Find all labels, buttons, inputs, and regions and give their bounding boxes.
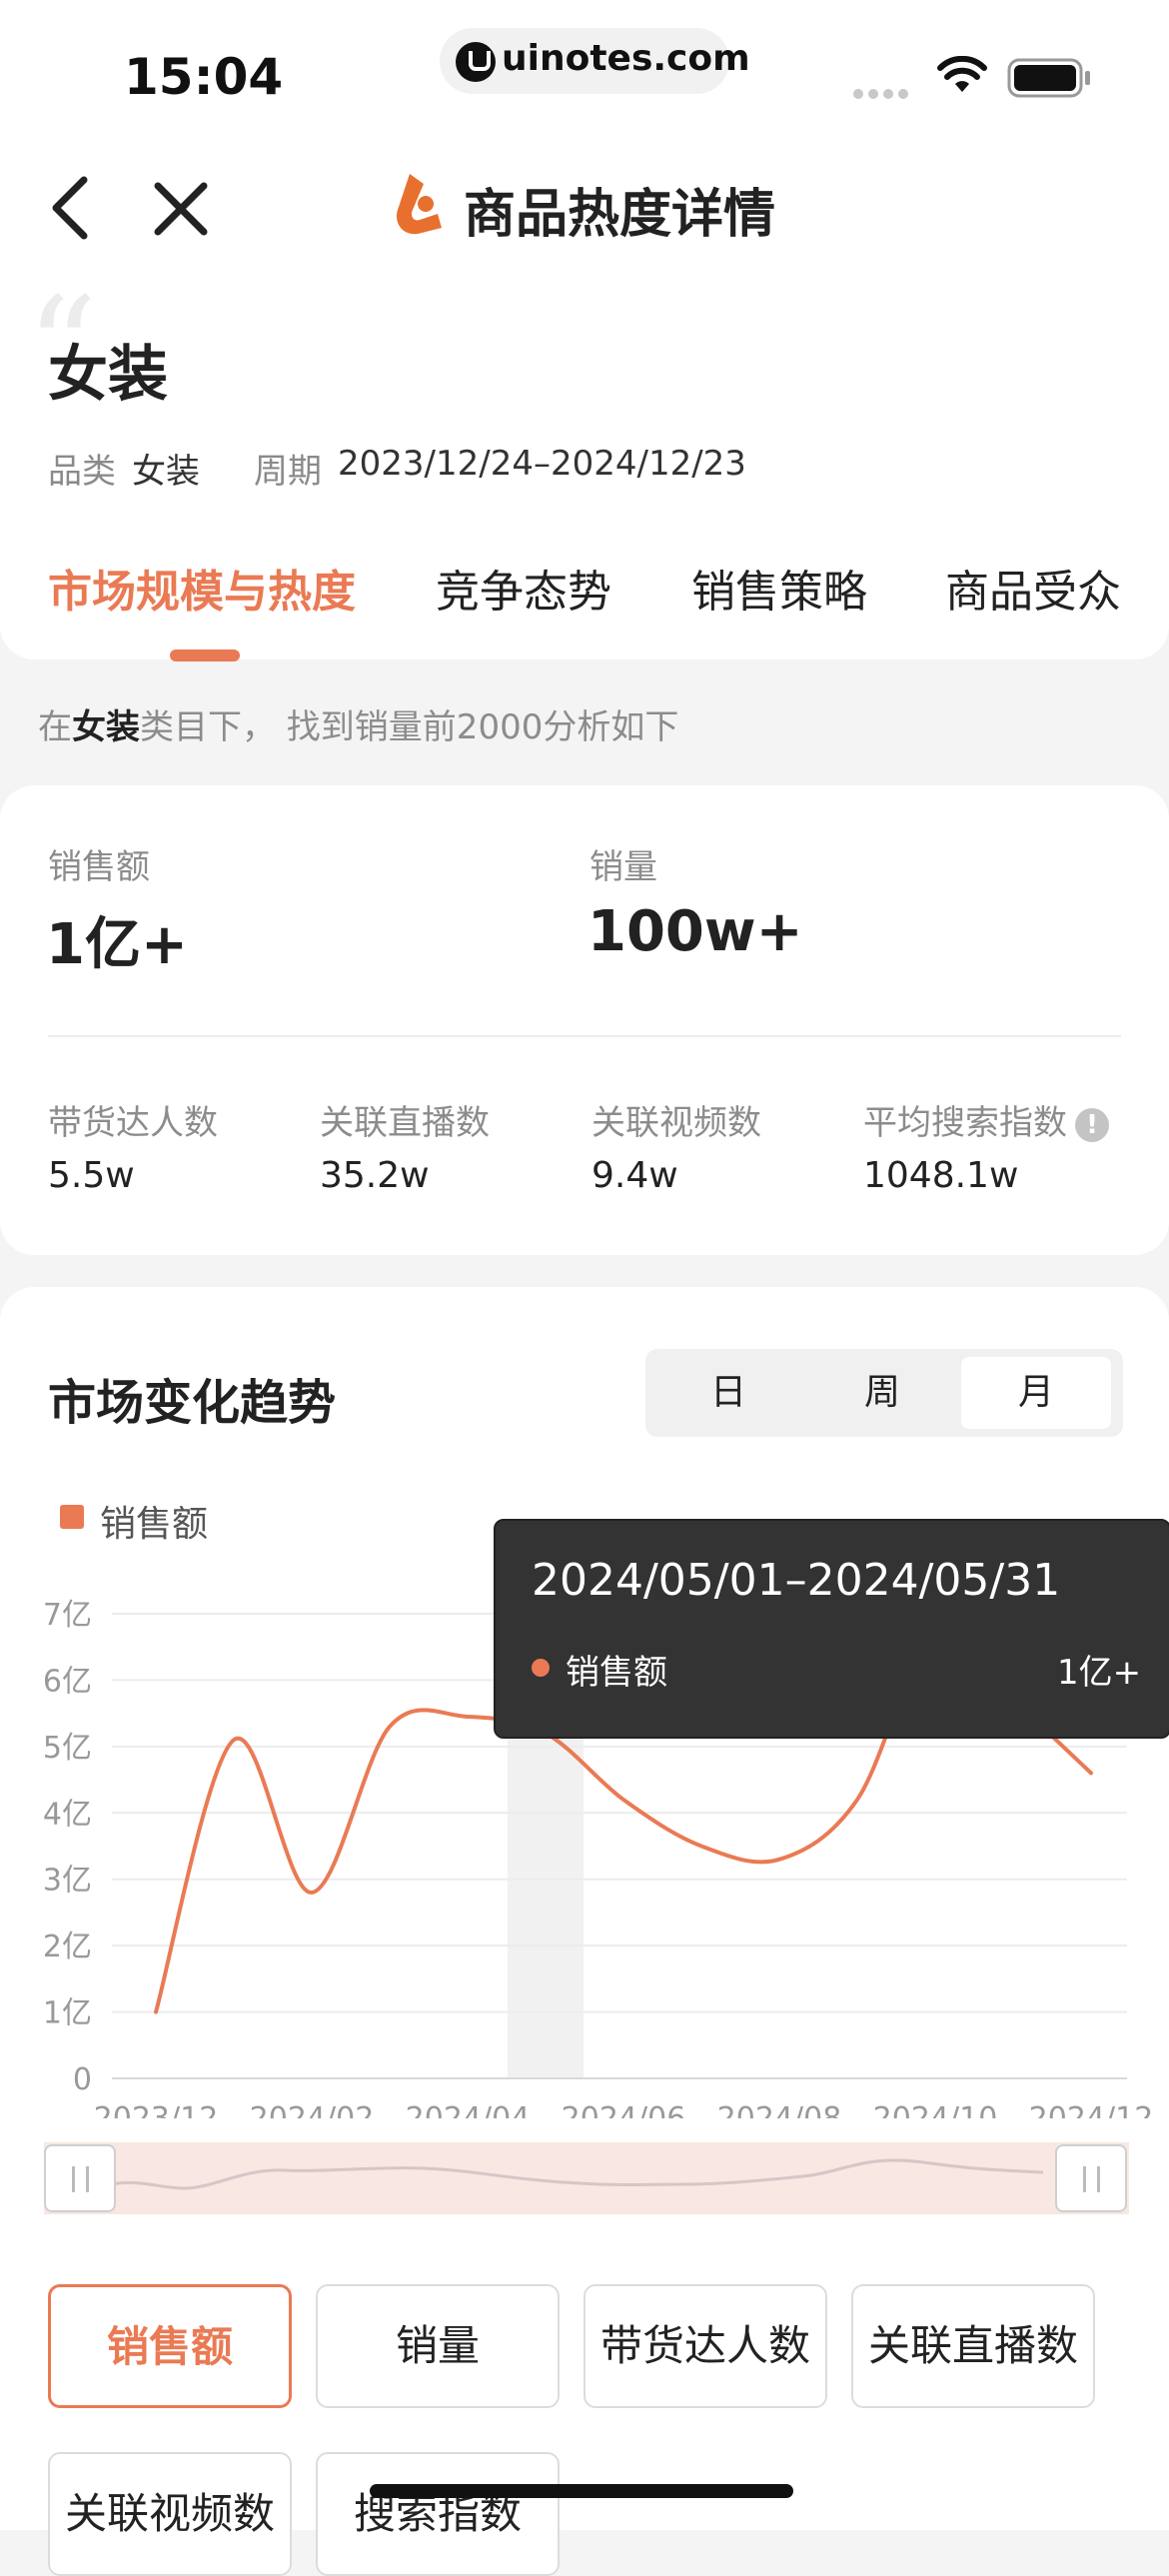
metric-video-button[interactable]: 关联视频数: [48, 2452, 292, 2576]
range-start-handle[interactable]: [44, 2144, 116, 2212]
battery-icon: [1007, 58, 1093, 98]
analysis-note: 在女装类目下， 找到销量前2000分析如下: [38, 699, 678, 748]
x-tick-label: 2023/12: [94, 2101, 219, 2118]
y-tick-label: 5亿: [43, 1731, 92, 1766]
tab-market-scale[interactable]: 市场规模与热度: [48, 556, 356, 620]
wifi-icon: [937, 56, 987, 96]
sales-label: 销售额: [48, 839, 150, 888]
creators-label: 带货达人数: [48, 1095, 218, 1144]
category-value: 女装: [132, 444, 200, 493]
volume-label: 销量: [589, 839, 657, 888]
live-count-label: 关联直播数: [320, 1095, 490, 1144]
x-tick-label: 2024/10: [873, 2101, 998, 2118]
chart-tooltip: [494, 1519, 1169, 1739]
y-tick-label: 0: [73, 2062, 92, 2097]
search-index-label: 平均搜索指数!: [863, 1095, 1109, 1144]
y-tick-label: 3亿: [43, 1864, 92, 1899]
home-indicator: [370, 2484, 793, 2498]
y-tick-label: 1亿: [43, 1996, 92, 2031]
volume-value: 100w+: [587, 899, 803, 964]
category-title: 女装: [48, 326, 168, 413]
metric-volume-button[interactable]: 销量: [316, 2284, 560, 2408]
x-tick-label: 2024/12: [1029, 2101, 1154, 2118]
segment-month[interactable]: 月: [961, 1357, 1111, 1429]
stats-divider: [48, 1035, 1121, 1037]
tooltip-series-dot: [532, 1659, 550, 1677]
legend-swatch: [60, 1505, 84, 1529]
active-tab-indicator: [170, 649, 240, 661]
segment-day[interactable]: 日: [653, 1357, 803, 1429]
page-title: 商品热度详情: [464, 172, 775, 247]
range-end-handle[interactable]: [1055, 2144, 1127, 2212]
tab-audience[interactable]: 商品受众: [945, 556, 1121, 620]
tooltip-value: 1亿+: [1057, 1645, 1141, 1694]
x-tick-label: 2024/06: [562, 2101, 686, 2118]
x-tick-label: 2024/04: [406, 2101, 531, 2118]
segment-week[interactable]: 周: [807, 1357, 957, 1429]
y-tick-label: 7亿: [43, 1598, 92, 1633]
tooltip-series-name: 销售额: [566, 1645, 667, 1694]
category-label: 品类: [48, 444, 116, 493]
slider-preview-line: [44, 2142, 1129, 2214]
period-value: 2023/12/24–2024/12/23: [338, 444, 746, 484]
metric-sales-button[interactable]: 销售额: [48, 2284, 292, 2408]
site-logo-icon: [456, 42, 496, 82]
sales-value: 1亿+: [46, 899, 188, 980]
legend-label: 销售额: [100, 1495, 208, 1547]
creators-value: 5.5w: [48, 1155, 135, 1196]
cellular-signal-icon: [853, 84, 913, 103]
range-slider-track[interactable]: [44, 2142, 1129, 2214]
video-count-value: 9.4w: [591, 1155, 678, 1196]
metric-search-button[interactable]: 搜索指数: [316, 2452, 560, 2576]
search-index-value: 1048.1w: [863, 1155, 1018, 1196]
metric-live-button[interactable]: 关联直播数: [851, 2284, 1095, 2408]
period-label: 周期: [254, 444, 322, 493]
y-tick-label: 4亿: [43, 1797, 92, 1832]
video-count-label: 关联视频数: [591, 1095, 761, 1144]
tooltip-title: 2024/05/01–2024/05/31: [532, 1555, 1060, 1606]
x-tick-label: 2024/08: [717, 2101, 842, 2118]
close-icon[interactable]: [150, 178, 212, 240]
app-logo-icon: [380, 170, 450, 240]
status-time: 15:04: [124, 48, 283, 106]
x-tick-label: 2024/02: [250, 2101, 375, 2118]
tab-sales-strategy[interactable]: 销售策略: [691, 556, 867, 620]
metric-creators-button[interactable]: 带货达人数: [584, 2284, 827, 2408]
tab-competition[interactable]: 竞争态势: [436, 556, 611, 620]
url-text[interactable]: uinotes.com: [502, 38, 750, 79]
y-tick-label: 6亿: [43, 1664, 92, 1699]
live-count-value: 35.2w: [320, 1155, 430, 1196]
info-icon[interactable]: !: [1075, 1108, 1109, 1142]
back-icon[interactable]: [44, 172, 100, 244]
y-tick-label: 2亿: [43, 1930, 92, 1964]
trend-title: 市场变化趋势: [48, 1363, 336, 1433]
